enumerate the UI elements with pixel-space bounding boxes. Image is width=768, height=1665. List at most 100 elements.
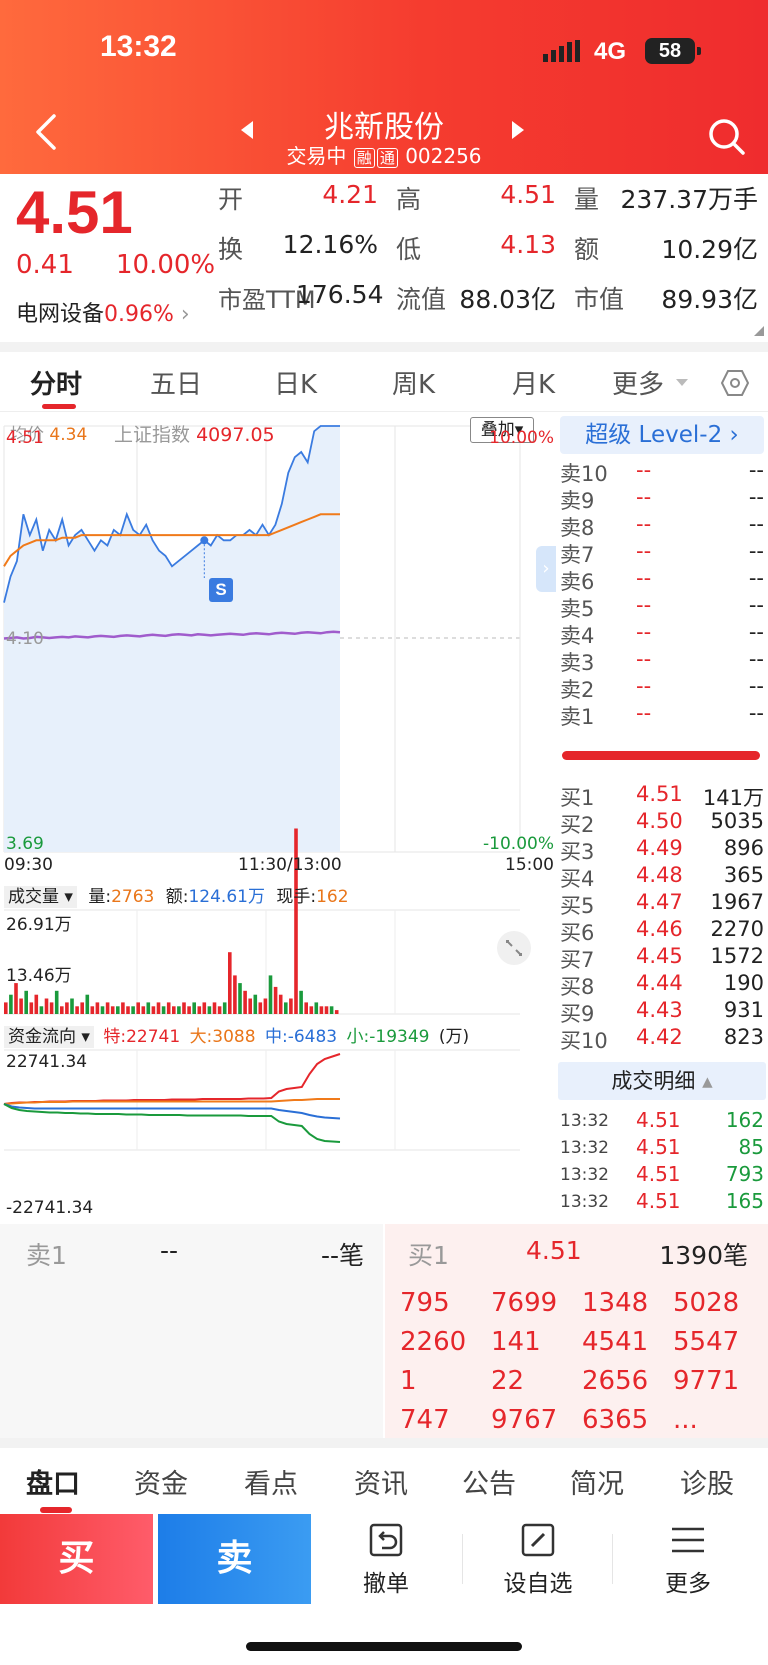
divider xyxy=(0,342,768,352)
flow-da: 大:3088 xyxy=(189,1027,256,1047)
deal-time: 13:32 xyxy=(560,1111,609,1131)
volume-bar xyxy=(105,1002,110,1014)
volume-bar xyxy=(197,1006,202,1014)
volume-bar xyxy=(151,1006,156,1014)
sell-marker-badge[interactable]: S xyxy=(209,578,233,602)
search-icon[interactable] xyxy=(706,116,746,156)
ask-row: 卖4 -- -- xyxy=(560,620,764,648)
tab-more[interactable]: 更多 xyxy=(612,364,664,401)
volume-bar xyxy=(273,986,278,1014)
flow-selector[interactable]: 资金流向 ▾ xyxy=(4,1026,94,1048)
market-cap-value: 89.93亿 xyxy=(661,285,758,314)
volume-bar xyxy=(44,998,49,1014)
quote-panel[interactable]: 4.51 0.41 10.00% 电网设备0.96% › 开 4.21 高 4.… xyxy=(0,174,768,342)
level2-button[interactable]: 超级 Level-2 › xyxy=(560,416,764,454)
detail-tabs: 盘口 资金 看点 资讯 公告 简况 诊股 xyxy=(0,1448,768,1514)
deal-detail-tab[interactable]: 成交明细 ▴ xyxy=(558,1062,766,1100)
expand-panel-icon[interactable]: › xyxy=(536,546,556,592)
bid-volume: 896 xyxy=(723,836,764,860)
deal-price: 4.51 xyxy=(636,1135,681,1159)
ask-label: 卖1 xyxy=(560,705,595,729)
bid-row: 买3 4.49 896 xyxy=(560,836,764,864)
tab-monthly-k[interactable]: 月K xyxy=(512,364,555,401)
bid-label: 买2 xyxy=(560,813,595,837)
high-label: 高 xyxy=(396,185,422,214)
add-watchlist-button[interactable]: 设自选 xyxy=(488,1522,588,1598)
volume-selector[interactable]: 成交量 ▾ xyxy=(4,886,77,908)
tab-weekly-k[interactable]: 周K xyxy=(392,364,435,401)
intraday-chart[interactable]: 均价 4.34 上证指数 4097.05 叠加▾ 4.51 4.10 3.69 … xyxy=(0,412,556,1220)
turnover-label: 换 xyxy=(218,235,244,264)
buy-order-qty: 2260 xyxy=(400,1327,467,1357)
ask-price: -- xyxy=(636,674,652,698)
settings-icon[interactable] xyxy=(721,369,749,397)
next-stock-icon[interactable] xyxy=(512,121,524,139)
sell1-price: -- xyxy=(160,1236,179,1265)
vol-mid-label: 13.46万 xyxy=(6,966,72,986)
price-plot xyxy=(3,425,341,852)
volume-bar xyxy=(156,1002,161,1014)
tab-intraday[interactable]: 分时 xyxy=(30,364,82,401)
tab-funds[interactable]: 资金 xyxy=(134,1462,188,1501)
home-indicator xyxy=(246,1642,522,1651)
ask-label: 卖3 xyxy=(560,651,595,675)
tab-order-book[interactable]: 盘口 xyxy=(26,1462,80,1501)
buy-order-qty: 22 xyxy=(491,1366,525,1396)
deal-row: 13:32 4.51 162 xyxy=(560,1108,764,1136)
bid-price: 4.51 xyxy=(636,782,683,806)
volume-bar xyxy=(4,1002,8,1014)
queue-divider xyxy=(383,1224,385,1438)
bid-volume: 5035 xyxy=(710,809,764,833)
buy-order-qty: 1 xyxy=(400,1366,417,1396)
ask-label: 卖8 xyxy=(560,516,595,540)
volume-bar xyxy=(172,1006,176,1014)
tab-news[interactable]: 资讯 xyxy=(354,1462,408,1501)
flow-header: 资金流向 ▾ 特:22741 大:3088 中:-6483 小:-19349 (… xyxy=(4,1022,469,1048)
tab-highlights[interactable]: 看点 xyxy=(244,1462,298,1501)
tab-daily-k[interactable]: 日K xyxy=(274,364,317,401)
buy-button[interactable]: 买 xyxy=(0,1514,153,1604)
volume-bar xyxy=(75,1006,79,1014)
bid-label: 买1 xyxy=(560,786,595,810)
volume-bar xyxy=(304,1002,308,1014)
volume-bar xyxy=(100,1006,105,1014)
vol-top-label: 26.91万 xyxy=(6,915,72,935)
ask-volume: -- xyxy=(748,566,764,590)
volume-bar xyxy=(233,975,237,1014)
ask-price: -- xyxy=(636,512,652,536)
deal-price: 4.51 xyxy=(636,1162,681,1186)
volume-bar xyxy=(268,975,273,1014)
market-cap-label: 市值 xyxy=(574,285,625,314)
sector-link[interactable]: 电网设备0.96% › xyxy=(16,296,190,328)
price-change: 0.41 xyxy=(16,250,74,280)
volume-bar xyxy=(334,1010,339,1014)
tab-profile[interactable]: 简况 xyxy=(570,1462,624,1501)
volume-bar xyxy=(161,1006,166,1014)
deal-time: 13:32 xyxy=(560,1138,609,1158)
divider xyxy=(612,1534,613,1584)
volume-bar xyxy=(131,1006,135,1014)
expand-corner-icon[interactable] xyxy=(754,326,764,336)
flow-zhong: 中:-6483 xyxy=(264,1027,338,1047)
vol-hand: 162 xyxy=(316,887,349,907)
index-info: 上证指数 4097.05 xyxy=(114,420,275,447)
sell-button[interactable]: 卖 xyxy=(158,1514,311,1604)
volume-bar xyxy=(49,1002,54,1014)
fullscreen-icon[interactable] xyxy=(497,931,531,965)
tab-announcements[interactable]: 公告 xyxy=(462,1462,516,1501)
bid-label: 买4 xyxy=(560,867,595,891)
ask-row: 卖9 -- -- xyxy=(560,485,764,513)
margin-badge: 融 xyxy=(353,148,375,168)
turnover-value: 12.16% xyxy=(282,230,378,259)
volume-bar xyxy=(60,1006,64,1014)
more-button[interactable]: 更多 xyxy=(638,1522,738,1598)
cancel-order-button[interactable]: 撤单 xyxy=(336,1522,436,1598)
ask-bid-divider xyxy=(562,751,760,760)
tab-five-day[interactable]: 五日 xyxy=(150,364,202,401)
volume-value: 237.37万手 xyxy=(620,185,758,214)
flow-line-xiao xyxy=(3,1103,341,1143)
volume-bar xyxy=(90,1006,95,1014)
app-header: 13:32 4G 58 兆新股份 交易中 融通 002256 xyxy=(0,0,768,174)
cancel-order-icon xyxy=(369,1523,403,1557)
tab-diagnosis[interactable]: 诊股 xyxy=(680,1462,734,1501)
